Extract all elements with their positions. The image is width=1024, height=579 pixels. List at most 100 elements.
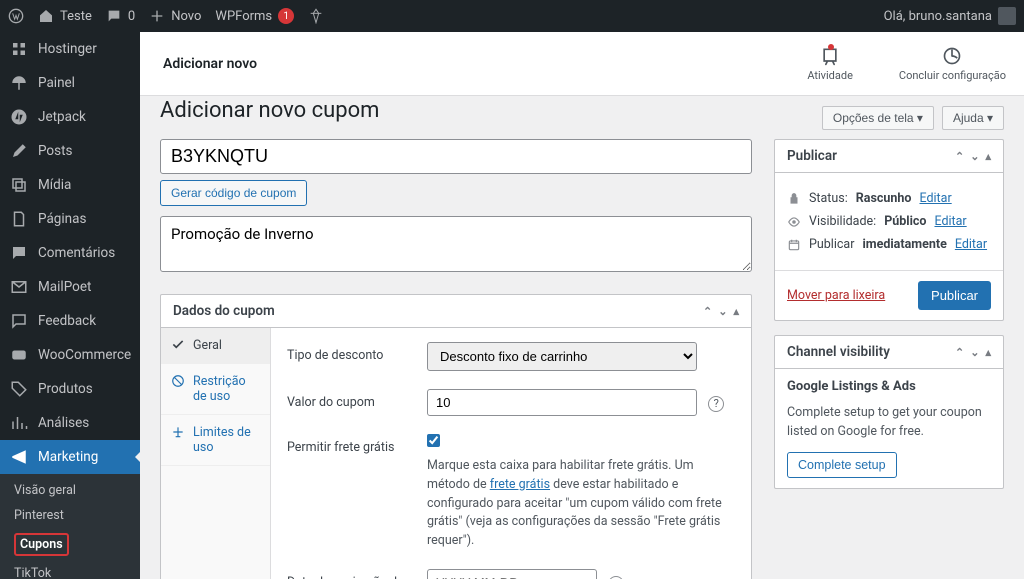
site-title: Teste [60,9,92,24]
status-value: Rascunho [856,191,912,206]
sidebar-item-marketing[interactable]: Marketing [0,440,140,474]
panel-toggle-icon[interactable]: ▴ [733,305,739,318]
submenu-pinterest[interactable]: Pinterest [0,503,140,528]
page-topbar: Adicionar novo Atividade Concluir config… [140,32,1024,96]
site-link[interactable]: Teste [38,8,92,24]
topbar-title: Adicionar novo [163,56,257,72]
finish-setup-button[interactable]: Concluir configuração [899,46,1006,82]
sidebar-label: Posts [38,143,72,159]
sidebar-item-jetpack[interactable]: Jetpack [0,100,140,134]
diamond-icon[interactable] [308,8,324,24]
greeting-text: Olá, bruno.santana [884,9,992,24]
sidebar-label: WooCommerce [38,347,131,363]
sidebar-item-mailpoet[interactable]: MailPoet [0,270,140,304]
publish-time-row: Publicar imediatamente Editar [787,237,991,252]
sidebar-label: Marketing [38,449,98,465]
comments-count: 0 [128,9,135,24]
panel-up-icon[interactable]: ⌃ [703,305,712,318]
submenu-coupons-label: Cupons [14,533,69,556]
sidebar-item-dashboard[interactable]: Painel [0,66,140,100]
wp-logo-icon[interactable] [8,8,24,24]
sidebar-label: Jetpack [38,109,86,125]
edit-publish-time-link[interactable]: Editar [955,237,987,252]
sidebar-item-products[interactable]: Produtos [0,372,140,406]
tab-general-label: Geral [193,338,222,353]
sidebar-item-feedback[interactable]: Feedback [0,304,140,338]
activity-dot-icon [828,44,834,50]
move-to-trash-link[interactable]: Mover para lixeira [787,288,885,303]
activity-button[interactable]: Atividade [807,46,853,82]
coupon-code-input[interactable] [160,139,752,174]
tab-limits-label: Limites de uso [193,425,260,455]
activity-label: Atividade [807,69,853,82]
panel-toggle-icon[interactable]: ▴ [985,150,991,163]
discount-type-label: Tipo de desconto [287,342,407,363]
help-icon[interactable]: ? [708,396,724,412]
sidebar-label: Produtos [38,381,93,397]
free-shipping-checkbox[interactable] [427,434,440,447]
sidebar-label: Comentários [38,245,115,261]
free-shipping-link[interactable]: frete grátis [490,477,550,492]
visibility-row: Visibilidade: Público Editar [787,214,991,229]
sidebar-item-pages[interactable]: Páginas [0,202,140,236]
sidebar-item-analytics[interactable]: Análises [0,406,140,440]
expiry-date-input[interactable] [427,569,597,579]
help-button[interactable]: Ajuda ▾ [942,106,1004,130]
sidebar-label: Mídia [38,177,71,193]
channel-box-title: Channel visibility [787,344,890,360]
panel-down-icon[interactable]: ⌄ [970,346,979,359]
visibility-value: Público [884,214,926,229]
amount-input[interactable] [427,389,697,416]
tab-restriction[interactable]: Restrição de uso [161,364,270,415]
publish-box-title: Publicar [787,148,837,164]
data-tabs: Geral Restrição de uso Limites de uso [161,328,271,579]
data-box-title: Dados do cupom [173,303,275,319]
channel-note: Complete setup to get your coupon listed… [787,404,991,442]
edit-visibility-link[interactable]: Editar [934,214,966,229]
sidebar-label: Páginas [38,211,86,227]
tab-general[interactable]: Geral [161,328,270,364]
sidebar-item-comments[interactable]: Comentários [0,236,140,270]
amount-label: Valor do cupom [287,389,407,410]
wpforms-badge: 1 [278,8,294,24]
coupon-description-input[interactable] [160,216,752,272]
admin-sidebar: Hostinger Painel Jetpack Posts Mídia Pág… [0,32,140,579]
publish-time-value: imediatamente [862,237,946,252]
discount-type-select[interactable]: Desconto fixo de carrinho [427,342,697,371]
tab-limits[interactable]: Limites de uso [161,415,270,466]
sidebar-label: Painel [38,75,75,91]
channel-heading: Google Listings & Ads [787,379,916,394]
finish-label: Concluir configuração [899,69,1006,82]
sidebar-label: MailPoet [38,279,91,295]
sidebar-item-media[interactable]: Mídia [0,168,140,202]
screen-options-button[interactable]: Opções de tela ▾ [822,106,934,130]
sidebar-label: Feedback [38,313,96,329]
submenu-overview[interactable]: Visão geral [0,478,140,503]
new-link[interactable]: Novo [149,8,201,24]
sidebar-label: Análises [38,415,89,431]
avatar [998,7,1016,25]
comments-link[interactable]: 0 [106,8,135,24]
panel-down-icon[interactable]: ⌄ [718,305,727,318]
publish-button[interactable]: Publicar [918,281,991,310]
sidebar-item-posts[interactable]: Posts [0,134,140,168]
new-label: Novo [171,9,201,24]
submenu-tiktok[interactable]: TikTok [0,561,140,579]
tab-restriction-label: Restrição de uso [193,374,260,404]
panel-down-icon[interactable]: ⌄ [970,150,979,163]
generate-code-button[interactable]: Gerar código de cupom [160,180,307,206]
expiry-label: Data de expiração do cupom [287,569,407,579]
user-greeting[interactable]: Olá, bruno.santana [884,7,1016,25]
panel-up-icon[interactable]: ⌃ [955,150,964,163]
status-row: Status: Rascunho Editar [787,191,991,206]
wpforms-link[interactable]: WPForms 1 [215,8,294,24]
sidebar-item-woocommerce[interactable]: WooCommerce [0,338,140,372]
sidebar-item-hostinger[interactable]: Hostinger [0,32,140,66]
edit-status-link[interactable]: Editar [919,191,951,206]
free-shipping-label: Permitir frete grátis [287,434,407,455]
panel-up-icon[interactable]: ⌃ [955,346,964,359]
marketing-submenu: Visão geral Pinterest Cupons TikTok Goog… [0,474,140,579]
complete-setup-button[interactable]: Complete setup [787,452,897,478]
panel-toggle-icon[interactable]: ▴ [985,346,991,359]
submenu-coupons[interactable]: Cupons [0,528,140,561]
